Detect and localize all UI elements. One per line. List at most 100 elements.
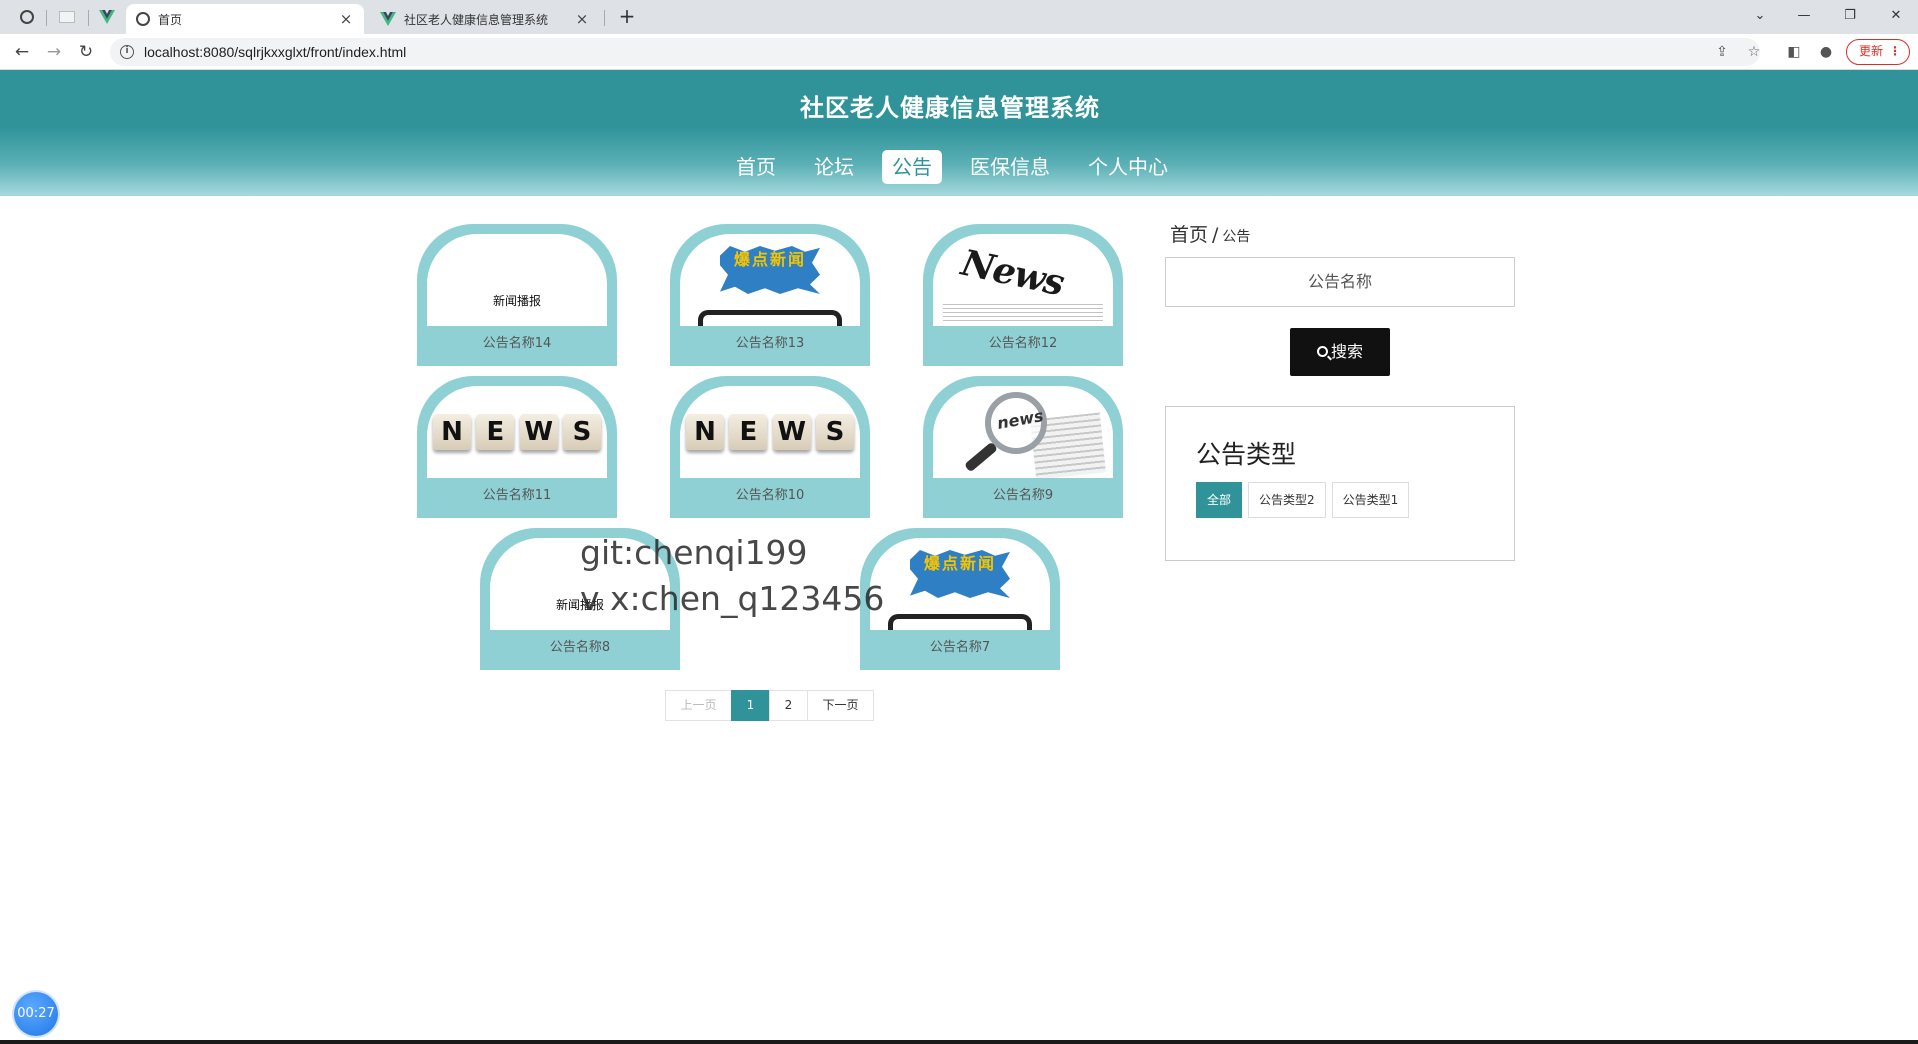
notice-card[interactable]: 新闻播报 公告名称8	[480, 528, 680, 670]
reload-icon[interactable]: ↻	[74, 40, 98, 64]
breadcrumb-current: 公告	[1222, 229, 1251, 245]
nav-medical-insurance[interactable]: 医保信息	[960, 150, 1060, 184]
letter-block: N	[686, 414, 724, 450]
notice-type-panel: 公告类型 全部 公告类型2 公告类型1	[1165, 406, 1515, 561]
type-filter-all[interactable]: 全部	[1196, 482, 1243, 518]
thumbnail-text: 爆点新闻	[733, 250, 806, 269]
breadcrumb-home[interactable]: 首页	[1170, 224, 1208, 246]
type-filter-2[interactable]: 公告类型2	[1248, 482, 1326, 518]
breadcrumb-separator: /	[1212, 224, 1219, 246]
close-tab-icon[interactable]: ×	[574, 10, 590, 28]
nav-notice[interactable]: 公告	[882, 150, 942, 184]
tab-title: 首页	[158, 12, 183, 27]
vue-logo-icon	[380, 12, 396, 26]
type-filter-1[interactable]: 公告类型1	[1331, 482, 1410, 518]
new-tab-button[interactable]: +	[614, 4, 640, 30]
letter-block: S	[562, 414, 601, 450]
tab-search-chevron-icon[interactable]: ⌄	[1746, 4, 1774, 28]
forward-arrow-icon[interactable]: →	[42, 40, 66, 64]
notice-title: 公告名称10	[735, 488, 805, 503]
phone-frame	[698, 310, 842, 326]
pinned-tab-blank[interactable]	[52, 4, 82, 30]
site-title: 社区老人健康信息管理系统	[800, 94, 1100, 122]
letter-blocks: NEWS	[433, 414, 601, 450]
letter-block: S	[815, 414, 854, 450]
notice-thumbnail: 新闻播报	[490, 538, 670, 630]
recording-timer[interactable]: 00:27	[14, 992, 58, 1036]
close-window-button[interactable]: ✕	[1882, 4, 1910, 28]
nav-personal-center[interactable]: 个人中心	[1078, 150, 1178, 184]
notice-thumbnail: 新闻播报	[427, 234, 607, 326]
notice-title: 公告名称11	[482, 488, 552, 503]
pinned-tab-globe[interactable]	[12, 4, 42, 30]
globe-icon	[136, 12, 150, 26]
notice-card[interactable]: 爆点新闻 公告名称13	[670, 224, 870, 366]
notice-thumbnail: NEWS	[680, 386, 860, 478]
nav-forum[interactable]: 论坛	[804, 150, 864, 184]
panel-title: 公告类型	[1196, 440, 1297, 469]
vue-logo-icon	[99, 10, 115, 24]
notice-card[interactable]: 新闻播报 公告名称14	[417, 224, 617, 366]
notice-title: 公告名称13	[735, 336, 805, 351]
close-tab-icon[interactable]: ×	[338, 10, 354, 28]
notice-thumbnail: News	[933, 234, 1113, 326]
letter-block: E	[729, 414, 768, 450]
update-button[interactable]: 更新 ⋮	[1846, 39, 1910, 65]
bottom-bar	[0, 1040, 1918, 1044]
notice-title: 公告名称8	[549, 640, 611, 655]
notice-card[interactable]: NEWS 公告名称10	[670, 376, 870, 518]
search-button[interactable]: 搜索	[1290, 328, 1390, 376]
tab-separator	[46, 10, 47, 26]
tab-separator	[88, 10, 89, 26]
breadcrumb: 首页 / 公告	[1170, 220, 1250, 247]
profile-avatar-icon[interactable]: ●	[1814, 40, 1838, 64]
url-text: localhost:8080/sqlrjkxxglxt/front/index.…	[144, 44, 407, 60]
notice-thumbnail: 爆点新闻	[870, 538, 1050, 630]
main-nav: 首页 论坛 公告 医保信息 个人中心	[0, 150, 1900, 184]
minimize-button[interactable]: —	[1790, 4, 1818, 28]
notice-thumbnail: news	[933, 386, 1113, 478]
pagination: 上一页 1 2 下一页	[665, 690, 874, 721]
search-icon	[1316, 346, 1328, 357]
tab-system[interactable]: 社区老人健康信息管理系统 ×	[370, 4, 600, 34]
thumbnail-text: News	[957, 241, 1068, 305]
search-button-label: 搜索	[1330, 342, 1363, 361]
browser-tab-strip: 首页 × 社区老人健康信息管理系统 × + ⌄ — ❐ ✕	[0, 0, 1918, 34]
share-icon[interactable]: ⇪	[1710, 40, 1734, 64]
site-header: 社区老人健康信息管理系统 首页 论坛 公告 医保信息 个人中心	[0, 70, 1918, 196]
notice-thumbnail: NEWS	[427, 386, 607, 478]
browser-toolbar: ← → ↻ i localhost:8080/sqlrjkxxglxt/fron…	[0, 34, 1918, 70]
restore-button[interactable]: ❐	[1836, 4, 1864, 28]
magnifier-handle	[963, 441, 999, 473]
notice-title: 公告名称7	[929, 640, 991, 655]
tab-home[interactable]: 首页 ×	[126, 4, 364, 34]
letter-block: E	[476, 414, 515, 450]
pinned-tab-vue[interactable]	[92, 4, 122, 30]
notice-name-search-input[interactable]: 公告名称	[1165, 257, 1515, 307]
phone-frame	[888, 614, 1032, 630]
notice-card[interactable]: NEWS 公告名称11	[417, 376, 617, 518]
notice-card[interactable]: 爆点新闻 公告名称7	[860, 528, 1060, 670]
thumbnail-text: 新闻播报	[555, 598, 604, 612]
more-menu-icon[interactable]: ⋮	[1889, 40, 1901, 63]
page-1-button[interactable]: 1	[731, 690, 770, 721]
notice-title: 公告名称14	[482, 336, 552, 351]
next-page-button[interactable]: 下一页	[807, 690, 874, 721]
prev-page-button[interactable]: 上一页	[665, 690, 732, 721]
type-filter-row: 全部 公告类型2 公告类型1	[1196, 482, 1410, 518]
folder-icon	[59, 11, 75, 23]
letter-block: W	[772, 414, 811, 450]
notice-card[interactable]: News 公告名称12	[923, 224, 1123, 366]
thumbnail-text: 爆点新闻	[923, 554, 996, 573]
notice-title: 公告名称9	[992, 488, 1054, 503]
side-panel-icon[interactable]: ◧	[1782, 40, 1806, 64]
back-arrow-icon[interactable]: ←	[10, 40, 34, 64]
nav-home[interactable]: 首页	[726, 150, 786, 184]
page-2-button[interactable]: 2	[769, 690, 808, 721]
globe-icon	[20, 10, 34, 24]
address-bar[interactable]: i localhost:8080/sqlrjkxxglxt/front/inde…	[110, 38, 1760, 66]
notice-card[interactable]: news 公告名称9	[923, 376, 1123, 518]
tab-separator	[604, 10, 605, 26]
site-info-icon[interactable]: i	[120, 45, 134, 59]
bookmark-star-icon[interactable]: ☆	[1742, 40, 1766, 64]
